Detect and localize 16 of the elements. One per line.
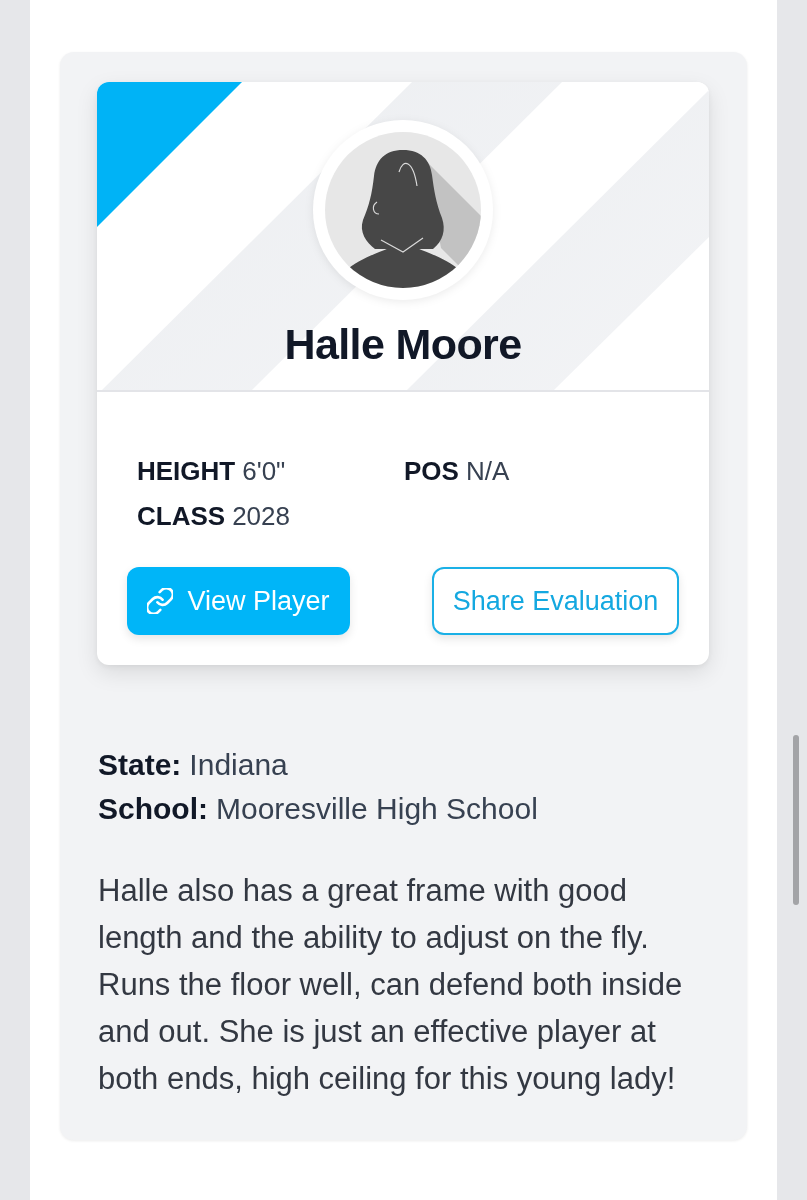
stat-value: N/A [465,455,510,488]
link-icon [147,588,174,614]
scrollbar-thumb[interactable] [792,735,799,905]
view-player-button[interactable]: View Player [127,567,350,635]
stat-label: CLASS [137,500,226,533]
stat-label: HEIGHT [137,455,236,488]
detail-label: State: [98,747,182,783]
player-name: Halle Moore [284,319,522,369]
detail-value: Indiana [189,747,288,783]
evaluation-text: Halle also has a great frame with good length and the ability to adjust on the fly. Runs the floor well, can defend both inside and out. She is just an effective player at both ends, high ceiling for this young lady! [98,872,684,1098]
share-evaluation-button[interactable]: Share Evaluation [432,567,679,635]
detail-label: School: [98,791,208,827]
detail-value: Mooresville High School [216,791,538,827]
stat-label: POS [404,455,459,488]
stat-value: 2028 [232,500,290,533]
stat-value: 6'0" [242,455,286,488]
